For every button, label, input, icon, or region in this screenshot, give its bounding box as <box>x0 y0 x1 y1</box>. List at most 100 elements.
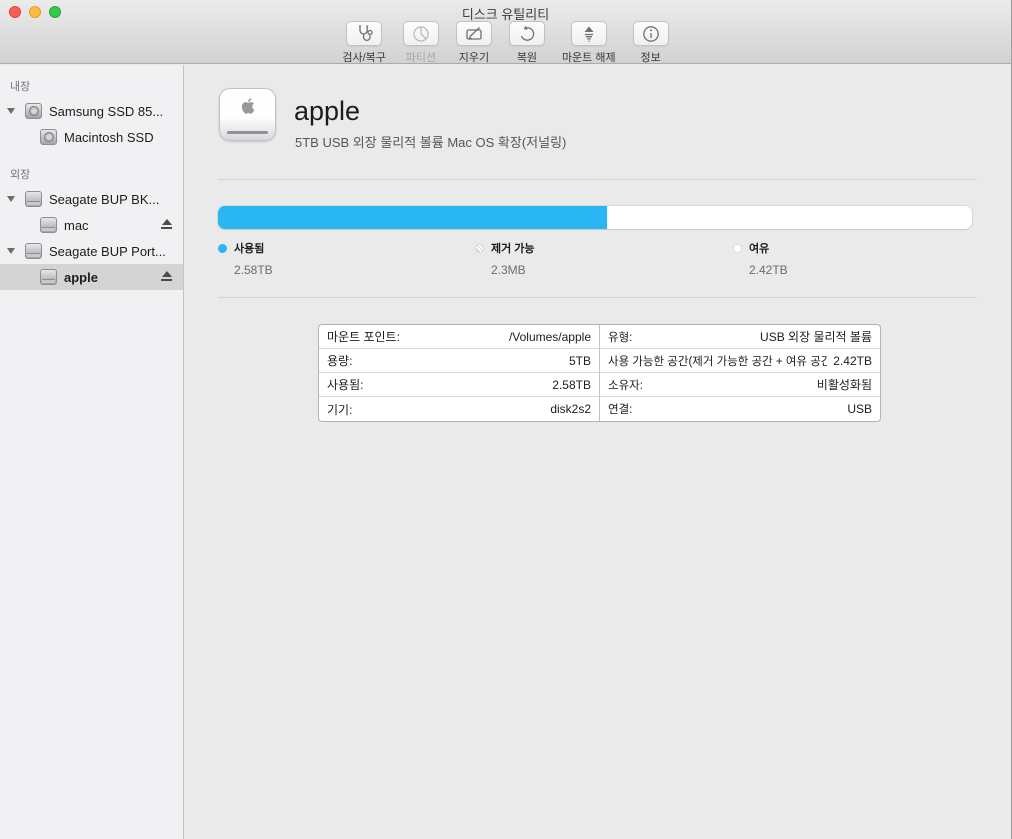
legend-purgeable: 제거 가능 2.3MB <box>475 240 535 277</box>
legend-free: 여유 2.42TB <box>733 240 788 277</box>
legend-value: 2.42TB <box>749 263 788 277</box>
main-content: apple 5TB USB 외장 물리적 볼륨 Mac OS 확장(저널링) 사… <box>185 65 1011 839</box>
usage-bar-used-segment <box>218 206 608 229</box>
detail-value: disk2s2 <box>550 402 591 416</box>
legend-label: 여유 <box>749 240 769 256</box>
erase-icon <box>463 23 485 45</box>
external-drive-icon <box>40 269 57 285</box>
detail-label: 유형: <box>608 329 632 345</box>
sidebar-item-label: Samsung SSD 85... <box>49 104 163 119</box>
free-swatch-icon <box>733 244 742 253</box>
info-icon <box>640 23 662 45</box>
external-drive-icon <box>25 191 42 207</box>
legend-label: 사용됨 <box>234 240 264 256</box>
sidebar-section-internal: 내장 <box>10 78 183 94</box>
volume-description: 5TB USB 외장 물리적 볼륨 Mac OS 확장(저널링) <box>295 132 566 151</box>
legend-label: 제거 가능 <box>491 240 535 256</box>
toolbar-label: 지우기 <box>459 49 489 65</box>
unmount-icon <box>578 23 600 45</box>
sidebar-item-label: mac <box>64 218 89 233</box>
sidebar-item-label: apple <box>64 270 98 285</box>
restore-button[interactable] <box>509 21 545 46</box>
details-right-column: 유형: USB 외장 물리적 볼륨 사용 가능한 공간(제거 가능한 공간 + … <box>599 325 880 421</box>
table-row: 마운트 포인트: /Volumes/apple <box>319 325 599 349</box>
eject-icon[interactable] <box>161 219 172 229</box>
volume-title: apple <box>294 96 360 127</box>
toolbar-label: 검사/복구 <box>342 49 386 65</box>
detail-label: 마운트 포인트: <box>327 328 400 345</box>
legend-value: 2.58TB <box>234 263 273 277</box>
volume-device-icon <box>219 88 276 141</box>
detail-label: 사용 가능한 공간(제거 가능한 공간 + 여유 공간): <box>608 353 827 369</box>
detail-label: 기기: <box>327 401 352 418</box>
detail-value: /Volumes/apple <box>509 330 591 344</box>
table-row: 연결: USB <box>600 397 880 421</box>
disclosure-triangle-icon[interactable] <box>7 108 15 114</box>
first-aid-icon <box>353 23 375 45</box>
purgeable-swatch-icon <box>475 244 484 253</box>
sidebar-item-label: Seagate BUP BK... <box>49 192 159 207</box>
sidebar-item-macintosh-ssd[interactable]: Macintosh SSD <box>0 124 183 150</box>
toolbar-item-first-aid: 검사/복구 <box>342 21 386 65</box>
device-slot <box>227 131 268 134</box>
detail-label: 소유자: <box>608 377 643 393</box>
disclosure-triangle-icon[interactable] <box>7 196 15 202</box>
erase-button[interactable] <box>456 21 492 46</box>
eject-icon[interactable] <box>161 271 172 281</box>
legend-value: 2.3MB <box>491 263 535 277</box>
detail-label: 사용됨: <box>327 376 363 393</box>
toolbar-label: 정보 <box>640 49 660 65</box>
toolbar-item-unmount: 마운트 해제 <box>562 21 616 65</box>
toolbar-label: 파티션 <box>406 49 436 65</box>
sidebar-item-samsung-ssd[interactable]: Samsung SSD 85... <box>0 98 183 124</box>
info-button[interactable] <box>633 21 669 46</box>
apple-logo-icon <box>241 98 255 114</box>
detail-label: 용량: <box>327 352 352 369</box>
usage-bar <box>218 206 972 229</box>
table-row: 유형: USB 외장 물리적 볼륨 <box>600 325 880 349</box>
table-row: 사용 가능한 공간(제거 가능한 공간 + 여유 공간): 2.42TB <box>600 349 880 373</box>
table-row: 사용됨: 2.58TB <box>319 373 599 397</box>
external-drive-icon <box>40 217 57 233</box>
restore-icon <box>516 23 538 45</box>
sidebar-item-seagate-bup-bk[interactable]: Seagate BUP BK... <box>0 186 183 212</box>
sidebar-section-external: 외장 <box>10 166 183 182</box>
toolbar-item-partition: 파티션 <box>403 21 439 65</box>
details-left-column: 마운트 포인트: /Volumes/apple 용량: 5TB 사용됨: 2.5… <box>319 325 599 421</box>
internal-drive-icon <box>25 103 42 119</box>
used-swatch-icon <box>218 244 227 253</box>
toolbar-item-info: 정보 <box>633 21 669 65</box>
legend-used: 사용됨 2.58TB <box>218 240 273 277</box>
toolbar-item-restore: 복원 <box>509 21 545 65</box>
table-row: 기기: disk2s2 <box>319 397 599 421</box>
titlebar-toolbar: 디스크 유틸리티 검사/복구 <box>0 0 1011 64</box>
table-row: 소유자: 비활성화됨 <box>600 373 880 397</box>
sidebar-item-label: Seagate BUP Port... <box>49 244 166 259</box>
sidebar-item-seagate-bup-port[interactable]: Seagate BUP Port... <box>0 238 183 264</box>
partition-button[interactable] <box>403 21 439 46</box>
divider <box>218 179 977 180</box>
detail-value: 비활성화됨 <box>817 376 872 393</box>
unmount-button[interactable] <box>571 21 607 46</box>
sidebar: 내장 Samsung SSD 85... Macintosh SSD 외장 Se… <box>0 65 184 839</box>
disk-utility-window: 디스크 유틸리티 검사/복구 <box>0 0 1012 839</box>
details-table: 마운트 포인트: /Volumes/apple 용량: 5TB 사용됨: 2.5… <box>318 324 881 422</box>
toolbar-label: 복원 <box>517 49 537 65</box>
table-row: 용량: 5TB <box>319 349 599 373</box>
internal-drive-icon <box>40 129 57 145</box>
toolbar-item-erase: 지우기 <box>456 21 492 65</box>
partition-icon <box>410 23 432 45</box>
detail-label: 연결: <box>608 401 632 417</box>
sidebar-item-label: Macintosh SSD <box>64 130 154 145</box>
external-drive-icon <box>25 243 42 259</box>
toolbar-label: 마운트 해제 <box>562 49 616 65</box>
disclosure-triangle-icon[interactable] <box>7 248 15 254</box>
detail-value: 5TB <box>569 354 591 368</box>
detail-value: USB <box>847 402 872 416</box>
detail-value: 2.42TB <box>833 354 872 368</box>
divider <box>218 297 977 298</box>
toolbar: 검사/복구 파티션 지우기 <box>0 21 1011 65</box>
sidebar-item-mac[interactable]: mac <box>0 212 183 238</box>
sidebar-item-apple[interactable]: apple <box>0 264 183 290</box>
first-aid-button[interactable] <box>346 21 382 46</box>
